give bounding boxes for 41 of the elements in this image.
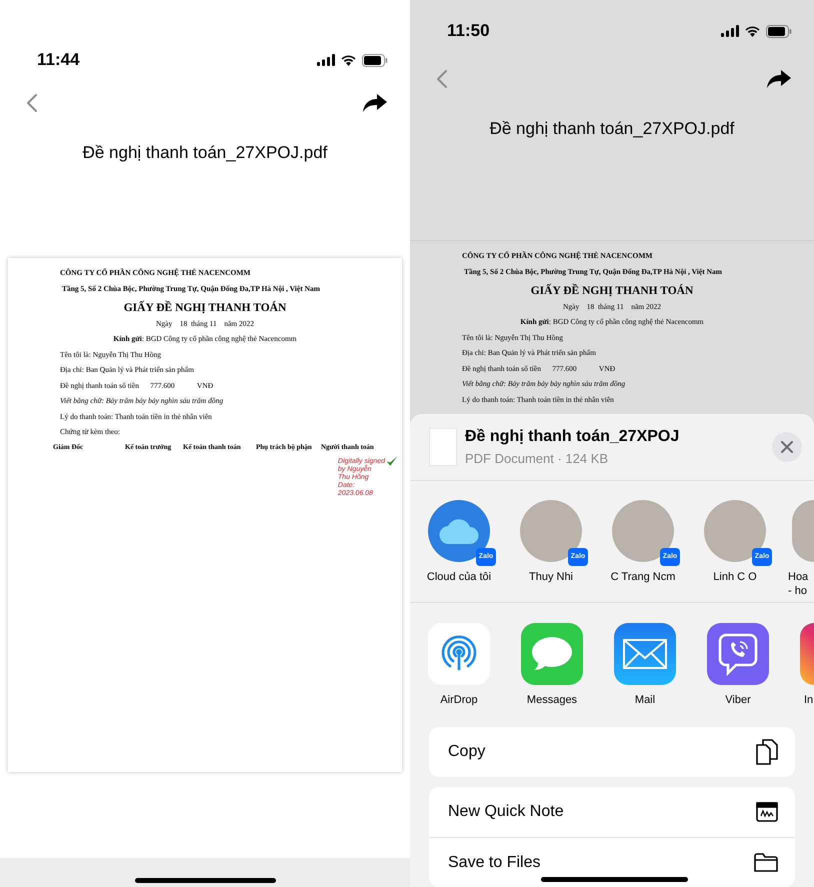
share-app[interactable]: Mail (614, 623, 676, 727)
back-button[interactable] (26, 93, 38, 113)
copy-icon (756, 739, 778, 765)
back-chevron-icon (436, 69, 448, 89)
quick-note-icon (756, 802, 778, 822)
forward-arrow-icon (362, 93, 388, 113)
close-icon (781, 440, 793, 453)
folder-icon (754, 852, 778, 872)
share-app[interactable]: In (800, 623, 814, 727)
file-info: PDF Document · 124 KB (465, 450, 610, 468)
share-button[interactable] (362, 93, 388, 113)
document-heading: GIẤY ĐỀ NGHỊ THANH TOÁN (530, 282, 694, 298)
envelope-icon (614, 623, 676, 686)
message-bubble-icon (521, 623, 583, 686)
action-row[interactable]: New Quick Note (429, 787, 795, 837)
wifi-icon (744, 25, 761, 37)
share-button[interactable] (766, 69, 792, 89)
share-app[interactable]: Viber (707, 623, 769, 727)
back-chevron-icon (26, 93, 38, 113)
file-thumbnail (429, 428, 457, 466)
status-time: 11:50 (447, 20, 490, 42)
signal-icon (317, 54, 335, 66)
battery-icon (362, 54, 388, 66)
forward-arrow-icon (766, 69, 792, 89)
document-title: Đề nghị thanh toán_27XPOJ.pdf (488, 118, 736, 140)
document-heading: GIẤY ĐỀ NGHỊ THANH TOÁN (122, 300, 288, 316)
status-time: 11:44 (37, 49, 80, 72)
battery-icon (766, 24, 792, 38)
share-contact[interactable]: Hoa - ho (788, 500, 814, 602)
signal-icon (721, 25, 739, 37)
wifi-icon (340, 54, 357, 66)
share-app[interactable]: AirDrop (428, 623, 490, 727)
share-app[interactable]: Messages (521, 623, 583, 727)
action-row[interactable]: Copy (429, 727, 795, 777)
file-name: Đề nghị thanh toán_27XPOJ (465, 427, 680, 448)
document-title: Đề nghị thanh toán_27XPOJ.pdf (82, 142, 328, 164)
airdrop-icon (428, 623, 490, 686)
avatar-placeholder (792, 500, 814, 562)
phone-bubble-icon (707, 623, 769, 686)
close-button[interactable] (772, 432, 802, 462)
checkmark-icon (386, 455, 398, 468)
